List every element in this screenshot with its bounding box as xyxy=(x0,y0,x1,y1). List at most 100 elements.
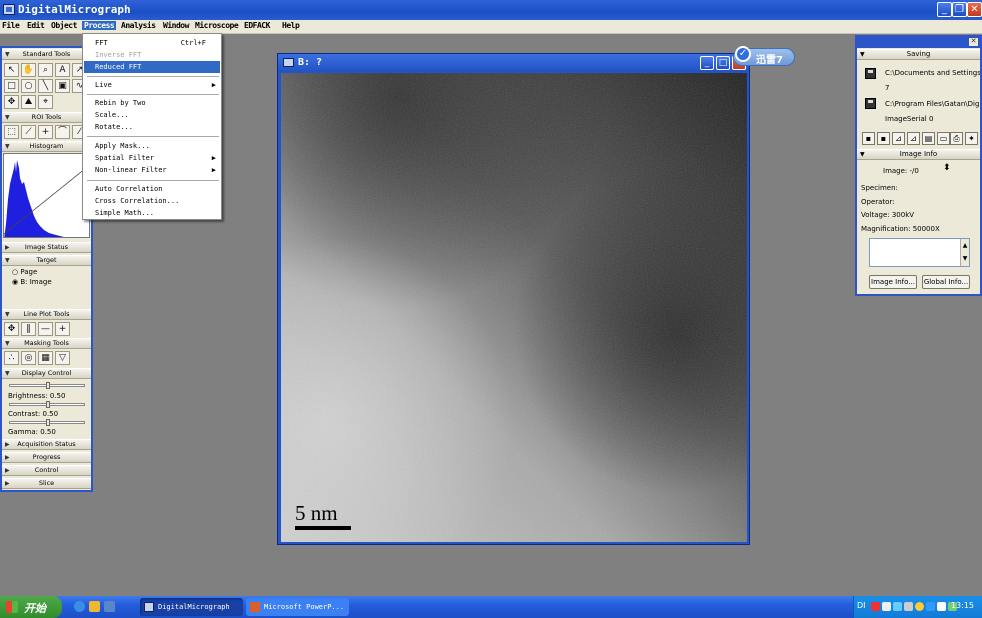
tray-icon-3[interactable] xyxy=(893,602,902,611)
mask-circle-icon[interactable]: ◎ xyxy=(21,351,36,365)
image-maximize-button[interactable]: □ xyxy=(716,56,730,70)
tray-icon-7[interactable] xyxy=(937,602,946,611)
gamma-slider[interactable] xyxy=(9,419,85,426)
section-image-info[interactable]: ▼ Image Info xyxy=(857,149,980,160)
section-slice[interactable]: ▶ Slice xyxy=(2,478,91,489)
menu-item-nonlinear-filter[interactable]: Non-linear Filter ▶ xyxy=(84,164,220,176)
menu-process[interactable]: Process xyxy=(82,21,117,30)
menu-item-auto-correlation[interactable]: Auto Correlation xyxy=(84,183,220,195)
target-page[interactable]: ○ Page xyxy=(12,268,37,276)
section-standard-tools[interactable]: ▼ Standard Tools xyxy=(2,49,91,60)
oval-tool-icon[interactable]: ○ xyxy=(21,79,36,93)
pointer-tool-icon[interactable]: ↖ xyxy=(4,63,19,77)
close-button[interactable]: ✕ xyxy=(967,2,982,17)
menu-file[interactable]: File xyxy=(2,21,20,30)
menu-item-fft[interactable]: FFT Ctrl+F xyxy=(84,37,220,49)
menu-item-scale[interactable]: Scale... xyxy=(84,109,220,121)
menu-item-simple-math[interactable]: Simple Math... xyxy=(84,207,220,219)
tray-icon-1[interactable] xyxy=(871,602,880,611)
section-roi-tools[interactable]: ▼ ROI Tools xyxy=(2,112,91,123)
lineplot-point-icon[interactable]: + xyxy=(55,322,70,336)
image-info-button[interactable]: Image Info... xyxy=(869,275,917,289)
notes-textarea[interactable]: ▲ ▼ xyxy=(869,238,970,267)
menu-item-live[interactable]: Live ▶ xyxy=(84,79,220,91)
menu-edfack[interactable]: EDFACK xyxy=(244,21,270,30)
select-tool-icon[interactable]: ⌖ xyxy=(38,95,53,109)
line-tool-icon[interactable]: ╲ xyxy=(38,79,53,93)
hand-tool-icon[interactable]: ✋ xyxy=(21,63,36,77)
roi-curve-icon[interactable]: ⌒ xyxy=(55,125,70,139)
notes-scrollbar[interactable]: ▲ ▼ xyxy=(960,239,969,266)
roi-rect-icon[interactable]: ⬚ xyxy=(4,125,19,139)
menu-microscope[interactable]: Microscope xyxy=(195,21,239,30)
image-minimize-button[interactable]: _ xyxy=(700,56,714,70)
start-button[interactable]: 开始 xyxy=(0,596,62,618)
menu-analysis[interactable]: Analysis xyxy=(121,21,156,30)
rectangle-tool-icon[interactable]: □ xyxy=(4,79,19,93)
document-icon[interactable]: ▤ xyxy=(922,132,935,145)
menu-item-rotate[interactable]: Rotate... xyxy=(84,121,220,133)
restore-button[interactable]: ❐ xyxy=(952,2,967,17)
tray-icon-2[interactable] xyxy=(882,602,891,611)
lineplot-vline-icon[interactable]: ‖ xyxy=(21,322,36,336)
mask-wedge-icon[interactable]: ▽ xyxy=(55,351,70,365)
section-control[interactable]: ▶ Control xyxy=(2,465,91,476)
section-display-control[interactable]: ▼ Display Control xyxy=(2,368,91,379)
print-icon[interactable]: ⎙ xyxy=(950,132,963,145)
move-tool-icon[interactable]: ✥ xyxy=(4,95,19,109)
menu-item-rebin[interactable]: Rebin by Two xyxy=(84,97,220,109)
ie-icon[interactable] xyxy=(74,601,85,612)
section-image-status[interactable]: ▶ Image Status xyxy=(2,242,91,253)
tray-icon-5[interactable] xyxy=(915,602,924,611)
image-window[interactable]: B: ? _ □ ✕ xyxy=(277,53,750,545)
section-masking-tools[interactable]: ▼ Masking Tools xyxy=(2,338,91,349)
tools-icon[interactable]: ✦ xyxy=(965,132,978,145)
xunlei-badge[interactable]: ✓ 迅雷7 xyxy=(733,46,795,66)
lineplot-move-icon[interactable]: ✥ xyxy=(4,322,19,336)
menu-window[interactable]: Window xyxy=(163,21,189,30)
tem-micrograph[interactable]: 5 nm xyxy=(281,73,747,542)
mountain-tool-icon[interactable]: ⛰ xyxy=(21,95,36,109)
language-indicator[interactable]: DI xyxy=(857,601,866,610)
print-preview-icon[interactable]: ▭ xyxy=(937,132,950,145)
image-window-titlebar[interactable]: B: ? _ □ ✕ xyxy=(278,54,749,72)
menu-item-inverse-fft[interactable]: Inverse FFT xyxy=(84,49,220,61)
lineplot-hline-icon[interactable]: — xyxy=(38,322,53,336)
tray-icon-4[interactable] xyxy=(904,602,913,611)
section-target[interactable]: ▼ Target xyxy=(2,255,91,266)
menu-help[interactable]: Help xyxy=(282,21,300,30)
panel-close-icon[interactable]: ✕ xyxy=(969,38,978,46)
menu-item-reduced-fft[interactable]: Reduced FFT xyxy=(84,61,220,73)
menu-item-cross-correlation[interactable]: Cross Correlation... xyxy=(84,195,220,207)
global-info-button[interactable]: Global Info... xyxy=(922,275,970,289)
chart-alt-icon[interactable]: ⊿ xyxy=(907,132,920,145)
image-tool-icon[interactable]: ▣ xyxy=(55,79,70,93)
mask-point-icon[interactable]: ∴ xyxy=(4,351,19,365)
section-progress[interactable]: ▶ Progress xyxy=(2,452,91,463)
section-line-plot-tools[interactable]: ▼ Line Plot Tools xyxy=(2,309,91,320)
menu-edit[interactable]: Edit xyxy=(27,21,45,30)
section-histogram[interactable]: ▼ Histogram xyxy=(2,141,91,152)
brightness-slider[interactable] xyxy=(9,382,85,389)
task-digitalmicrograph[interactable]: DigitalMicrograph xyxy=(140,598,243,616)
chart-icon[interactable]: ⊿ xyxy=(892,132,905,145)
folder-icon[interactable] xyxy=(89,601,100,612)
section-acquisition-status[interactable]: ▶ Acquisition Status xyxy=(2,439,91,450)
image-spinner-icon[interactable]: ⬍ xyxy=(943,163,951,173)
section-saving[interactable]: ▼ Saving xyxy=(857,49,980,60)
tray-icon-6[interactable] xyxy=(926,602,935,611)
task-powerpoint[interactable]: Microsoft PowerP... xyxy=(246,598,349,616)
text-tool-icon[interactable]: A xyxy=(55,63,70,77)
desktop-icon[interactable] xyxy=(104,601,115,612)
minimize-button[interactable]: _ xyxy=(937,2,952,17)
save-icon[interactable]: ▪ xyxy=(862,132,875,145)
zoom-tool-icon[interactable]: ⌕ xyxy=(38,63,53,77)
menu-item-apply-mask[interactable]: Apply Mask... xyxy=(84,140,220,152)
roi-line-icon[interactable]: ⟋ xyxy=(21,125,36,139)
mask-grid-icon[interactable]: ▦ xyxy=(38,351,53,365)
menu-item-spatial-filter[interactable]: Spatial Filter ▶ xyxy=(84,152,220,164)
save-as-icon[interactable]: ▪ xyxy=(877,132,890,145)
contrast-slider[interactable] xyxy=(9,401,85,408)
roi-point-icon[interactable]: + xyxy=(38,125,53,139)
menu-object[interactable]: Object xyxy=(51,21,77,30)
